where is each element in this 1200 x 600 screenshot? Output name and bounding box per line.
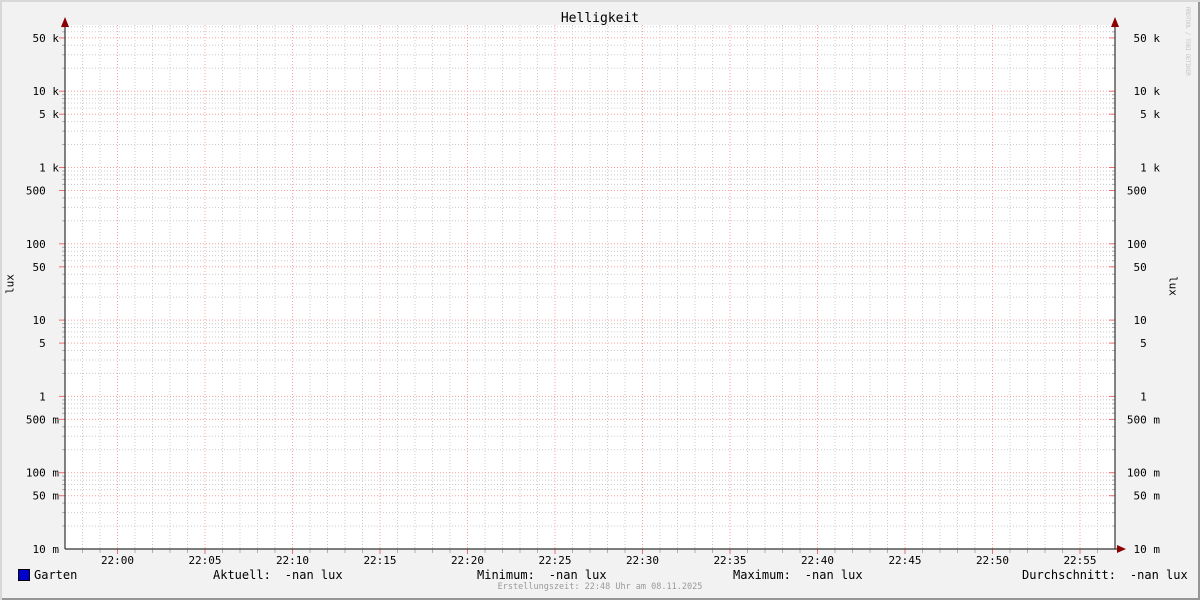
y-tick-label-right: 5 k <box>1140 108 1160 121</box>
creation-time: Erstellungszeit: 22:48 Uhr am 08.11.2025 <box>497 582 703 592</box>
y-tick-label-left: 50 m <box>33 490 60 503</box>
x-tick-label: 22:15 <box>363 554 396 567</box>
x-tick-label: 22:35 <box>713 554 746 567</box>
y-tick-label-right: 500 <box>1127 185 1147 198</box>
y-tick-label-left: 5 k <box>39 108 59 121</box>
y-tick-label-right: 10 m <box>1134 543 1161 556</box>
x-tick-label: 22:50 <box>976 554 1009 567</box>
y-tick-label-right: 50 <box>1134 261 1147 274</box>
y-tick-label-right: 50 m <box>1134 490 1161 503</box>
x-tick-label: 22:20 <box>451 554 484 567</box>
y-tick-label-left: 500 <box>26 185 46 198</box>
chart-canvas: 50 k 50 k 10 k 10 k 5 k 5 k 1 k 1 k 500 500 100 100… <box>26 17 1161 567</box>
x-tick-label: 22:40 <box>801 554 834 567</box>
y-tick-label-right: 50 k <box>1134 32 1161 45</box>
rrdtool-graph: 50 k 50 k 10 k 10 k 5 k 5 k 1 k 1 k 500 500 100 100… <box>0 0 1200 600</box>
x-tick-label: 22:00 <box>101 554 134 567</box>
x-tick-label: 22:30 <box>626 554 659 567</box>
y-tick-label-right: 5 <box>1140 337 1147 350</box>
y-tick-label-right: 500 m <box>1127 413 1160 426</box>
y-tick-label-right: 10 <box>1134 314 1147 327</box>
y-tick-label-left: 50 k <box>33 32 60 45</box>
x-tick-label: 22:10 <box>276 554 309 567</box>
y-tick-label-left: 100 <box>26 238 46 251</box>
y-tick-label-left: 5 <box>39 337 46 350</box>
chart-title: Helligkeit <box>560 11 640 26</box>
y-tick-label-left: 10 k <box>33 85 60 98</box>
y-tick-label-right: 100 <box>1127 238 1147 251</box>
x-tick-label: 22:05 <box>188 554 221 567</box>
x-tick-label: 22:45 <box>888 554 921 567</box>
y-tick-label-left: 50 <box>33 261 46 274</box>
y-tick-label-left: 100 m <box>26 467 59 480</box>
y-tick-label-left: 1 k <box>39 162 59 175</box>
y-tick-label-right: 1 k <box>1140 162 1160 175</box>
x-axis-arrow-icon <box>1117 545 1126 553</box>
y-axis-label-right: lux <box>1166 276 1180 296</box>
x-tick-label: 22:55 <box>1063 554 1096 567</box>
rrdtool-watermark: RRDTOOL / TOBI OETIKER <box>1184 7 1191 76</box>
y-tick-label-left: 10 m <box>33 543 60 556</box>
y-tick-label-left: 1 <box>39 390 46 403</box>
y-tick-label-right: 10 k <box>1134 85 1161 98</box>
y-tick-label-right: 100 m <box>1127 467 1160 480</box>
x-tick-label: 22:25 <box>538 554 571 567</box>
y-tick-label-left: 10 <box>33 314 46 327</box>
y-tick-label-left: 500 m <box>26 413 59 426</box>
y-axis-label-left: lux <box>3 274 17 294</box>
y-tick-label-right: 1 <box>1140 390 1147 403</box>
